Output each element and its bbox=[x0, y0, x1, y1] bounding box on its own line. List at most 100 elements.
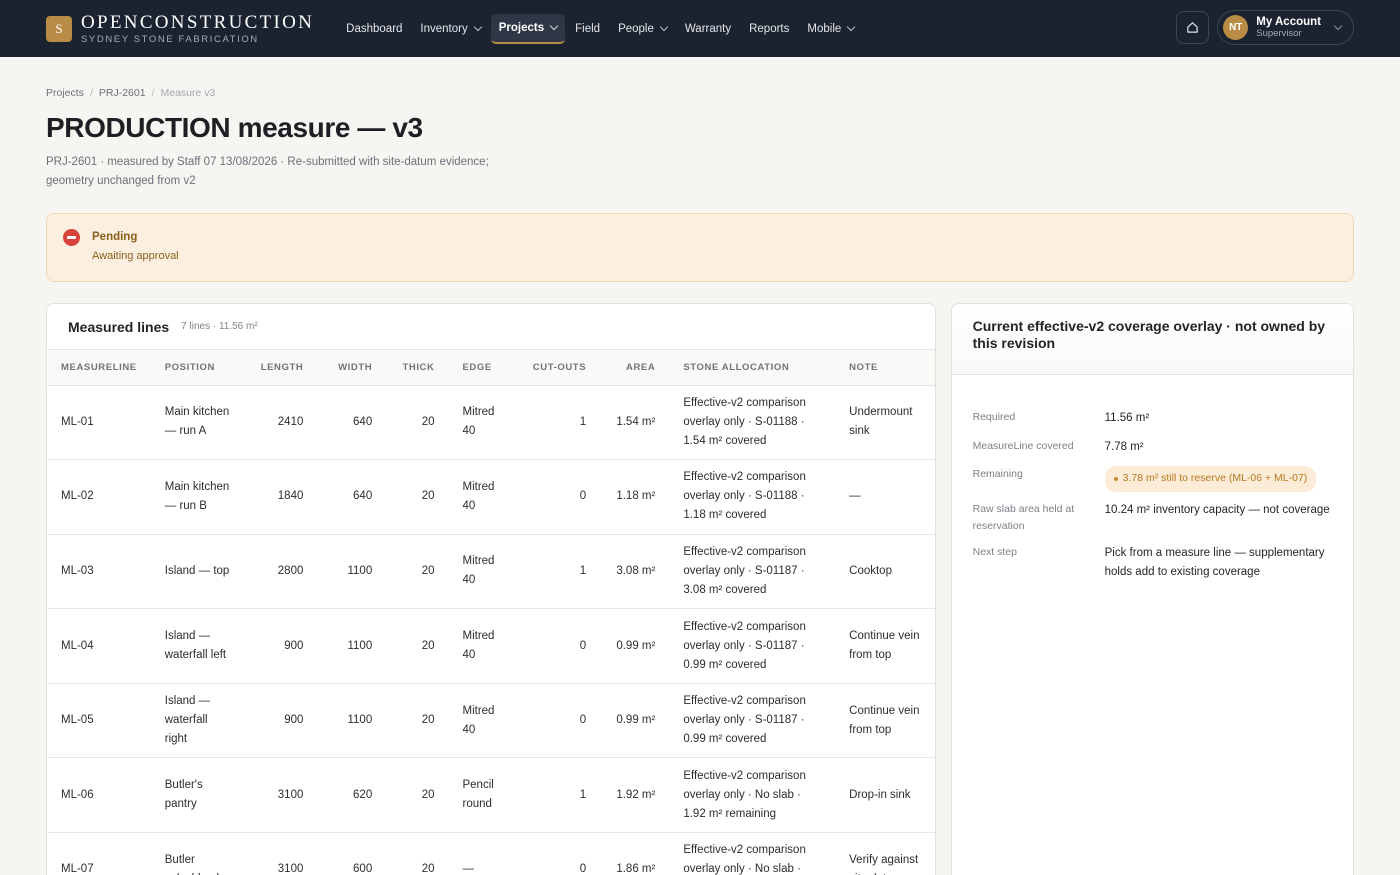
content-columns: Measured lines 7 lines · 11.56 m² MEASUR… bbox=[46, 303, 1354, 875]
pending-icon bbox=[63, 229, 80, 246]
column-header: EDGE bbox=[448, 350, 516, 386]
position-cell: Main kitchen — run A bbox=[150, 385, 247, 461]
allocation-cell: Effective-v2 comparison overlay only · N… bbox=[669, 832, 836, 875]
edge-cell: Mitred 40 bbox=[448, 534, 516, 610]
nav-item-inventory[interactable]: Inventory bbox=[412, 15, 488, 43]
table-row[interactable]: ML-02 Main kitchen — run B 1840 640 20 Mitred… bbox=[47, 459, 935, 535]
area-cell: 3.08 m² bbox=[600, 534, 670, 610]
nav-item-people[interactable]: People bbox=[610, 15, 675, 43]
width-cell: 1100 bbox=[317, 608, 387, 684]
nav-item-label: Projects bbox=[498, 21, 545, 34]
status-alert: Pending Awaiting approval bbox=[46, 213, 1354, 282]
width-cell: 1100 bbox=[317, 683, 387, 759]
cutouts-cell: 0 bbox=[515, 459, 601, 535]
allocation-cell: Effective-v2 comparison overlay only · S… bbox=[669, 385, 836, 461]
page-subtitle: PRJ-2601 · measured by Staff 07 13/08/20… bbox=[46, 156, 489, 187]
account-menu-button[interactable]: NT My Account Supervisor bbox=[1217, 10, 1354, 45]
length-cell: 900 bbox=[246, 608, 318, 684]
detail-value: 11.56 m² bbox=[1104, 412, 1150, 424]
note-cell: — bbox=[835, 459, 935, 535]
length-cell: 2800 bbox=[246, 534, 318, 610]
brand-subtitle: SYDNEY STONE FABRICATION bbox=[81, 33, 259, 45]
table-row[interactable]: ML-04 Island — waterfall left 900 1100 20 Mit… bbox=[47, 608, 935, 684]
brand-logo[interactable]: S OPENCONSTRUCTION SYDNEY STONE FABRICAT… bbox=[46, 13, 314, 45]
length-cell: 3100 bbox=[246, 757, 318, 834]
brand-badge: S bbox=[46, 15, 72, 42]
table-body: ML-01 Main kitchen — run A 2410 640 20 Mitred… bbox=[47, 385, 935, 875]
thick-cell: 20 bbox=[386, 832, 449, 875]
table-row[interactable]: ML-07Butler splashback310060020—01.86 m²… bbox=[47, 832, 935, 875]
coverage-header: Current effective-v2 coverage overlay · … bbox=[951, 304, 1353, 375]
measureline-cell: ML-05 bbox=[47, 683, 151, 759]
detail-label: Required bbox=[972, 411, 1016, 423]
length-cell: 900 bbox=[246, 683, 318, 759]
detail-row: Raw slab area held at reservation 10.24 m… bbox=[973, 501, 1332, 535]
note-cell: Continue vein from top bbox=[835, 683, 935, 759]
detail-label: Raw slab area held at reservation bbox=[972, 502, 1075, 532]
column-header: LENGTH bbox=[246, 350, 318, 386]
detail-label: MeasureLine covered bbox=[972, 439, 1074, 452]
note-cell: Cooktop bbox=[835, 534, 935, 610]
column-header: POSITION bbox=[150, 350, 247, 386]
table-row[interactable]: ML-01 Main kitchen — run A 2410 640 20 Mitred… bbox=[47, 385, 935, 461]
allocation-cell: Effective-v2 comparison overlay only · S… bbox=[669, 459, 836, 535]
table-row[interactable]: ML-03 Island — top 2800 1100 20 Mitred 40 1 3.0… bbox=[47, 534, 935, 610]
measureline-cell: ML-06 bbox=[47, 757, 151, 834]
dot-icon bbox=[1113, 476, 1118, 481]
chevron-down-icon bbox=[473, 22, 482, 31]
breadcrumb-separator: / bbox=[89, 87, 93, 99]
nav-item-reports[interactable]: Reports bbox=[741, 15, 797, 43]
top-navigation-bar: S OPENCONSTRUCTION SYDNEY STONE FABRICAT… bbox=[0, 0, 1400, 57]
table-row[interactable]: ML-05 Island — waterfall right 900 1100 20 Mi… bbox=[47, 683, 935, 759]
nav-item-field[interactable]: Field bbox=[567, 15, 608, 43]
chevron-down-icon bbox=[549, 21, 559, 30]
area-cell: 0.99 m² bbox=[600, 608, 670, 684]
coverage-title: Current effective-v2 coverage overlay · … bbox=[972, 318, 1326, 351]
nav-item-mobile[interactable]: Mobile bbox=[799, 15, 862, 43]
area-cell: 1.86 m² bbox=[600, 832, 670, 875]
detail-value-wrap: 7.78 m² bbox=[1105, 438, 1332, 458]
measureline-cell: ML-04 bbox=[47, 608, 151, 684]
position-cell: Main kitchen — run B bbox=[150, 459, 247, 535]
position-cell: Butler's pantry bbox=[150, 757, 247, 834]
detail-row: Next step Pick from a measure line — supp… bbox=[973, 544, 1332, 583]
account-role: Supervisor bbox=[1256, 27, 1302, 39]
column-header: CUT-OUTS bbox=[515, 350, 601, 386]
allocation-cell: Effective-v2 comparison overlay only · S… bbox=[669, 608, 836, 684]
chevron-down-icon bbox=[1333, 21, 1343, 30]
edge-cell: Pencil round bbox=[448, 757, 516, 834]
detail-row: Remaining 3.78 m² still to reserve (ML-06… bbox=[973, 466, 1332, 492]
thick-cell: 20 bbox=[386, 385, 449, 461]
thick-cell: 20 bbox=[386, 683, 449, 759]
breadcrumb-project-link[interactable]: PRJ-2601 bbox=[99, 87, 146, 99]
detail-value: 10.24 m² inventory capacity — not covera… bbox=[1104, 503, 1330, 516]
length-cell: 2410 bbox=[246, 385, 318, 461]
nav-item-dashboard[interactable]: Dashboard bbox=[338, 15, 410, 43]
note-cell: Verify against site datum bbox=[835, 832, 935, 875]
area-cell: 1.18 m² bbox=[600, 459, 670, 535]
cutouts-cell: 1 bbox=[515, 534, 601, 610]
breadcrumb-projects-link[interactable]: Projects bbox=[46, 87, 84, 99]
edge-cell: Mitred 40 bbox=[448, 683, 516, 759]
detail-value: 7.78 m² bbox=[1104, 440, 1144, 453]
nav-item-warranty[interactable]: Warranty bbox=[677, 15, 739, 43]
position-cell: Island — top bbox=[150, 534, 247, 610]
allocation-cell: Effective-v2 comparison overlay only · N… bbox=[669, 757, 836, 834]
note-cell: Continue vein from top bbox=[835, 608, 935, 684]
width-cell: 640 bbox=[317, 385, 387, 461]
table-row[interactable]: ML-06 Butler's pantry 3100 620 20 Pencil roun… bbox=[47, 757, 935, 834]
measureline-cell: ML-02 bbox=[47, 459, 151, 535]
nav-item-projects[interactable]: Projects bbox=[490, 13, 566, 44]
detail-row: MeasureLine covered 7.78 m² bbox=[973, 438, 1332, 458]
home-button[interactable] bbox=[1176, 11, 1210, 44]
page-content: Projects / PRJ-2601 / Measure v3 PRODUCT… bbox=[0, 57, 1400, 875]
table-header-row: MEASURELINE POSITION LENGTH WIDTH THICK EDGE C… bbox=[47, 350, 935, 386]
breadcrumb: Projects / PRJ-2601 / Measure v3 bbox=[46, 87, 1354, 99]
detail-value-wrap: Pick from a measure line — supplementary… bbox=[1105, 544, 1332, 583]
position-cell: Island — waterfall right bbox=[150, 683, 247, 759]
length-cell: 1840 bbox=[246, 459, 318, 535]
cutouts-cell: 0 bbox=[515, 832, 601, 875]
brand-name: OPENCONSTRUCTION bbox=[81, 11, 315, 33]
measured-lines-header: Measured lines 7 lines · 11.56 m² bbox=[47, 304, 935, 350]
edge-cell: Mitred 40 bbox=[448, 385, 516, 461]
